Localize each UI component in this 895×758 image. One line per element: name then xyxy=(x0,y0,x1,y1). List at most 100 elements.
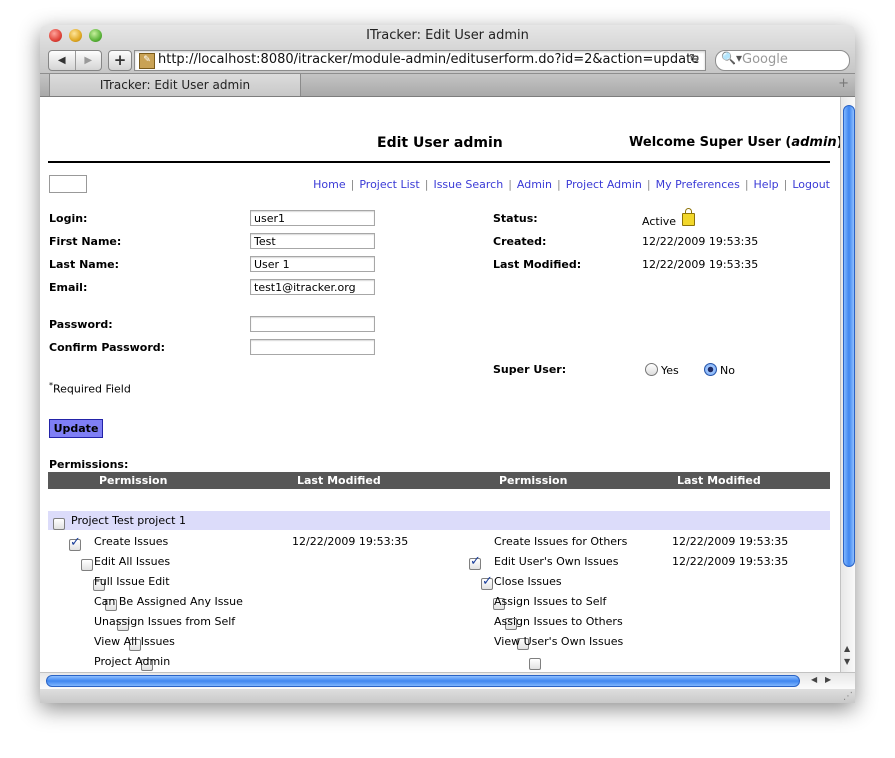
required-note: *Required Field xyxy=(49,381,131,396)
nav-separator: | xyxy=(508,178,512,191)
quick-input[interactable] xyxy=(49,175,87,193)
last-name-label: Last Name: xyxy=(49,258,120,271)
permission-label: Assign Issues to Others xyxy=(494,615,623,628)
forward-arrow-icon[interactable]: ▶ xyxy=(74,51,102,70)
lock-icon[interactable] xyxy=(682,208,696,226)
horizontal-scrollbar[interactable]: ◀ ▶ xyxy=(40,672,855,689)
vertical-scroll-thumb[interactable] xyxy=(843,105,855,567)
header-permission-right: Permission xyxy=(499,474,568,487)
project-label: Project Test project 1 xyxy=(71,514,186,527)
login-field[interactable]: user1 xyxy=(250,210,375,226)
project-checkbox[interactable] xyxy=(53,518,65,530)
nav-link-project-list[interactable]: Project List xyxy=(359,178,419,191)
login-label: Login: xyxy=(49,212,88,225)
first-name-label: First Name: xyxy=(49,235,122,248)
search-placeholder[interactable]: Google xyxy=(742,52,788,67)
super-user-yes-radio[interactable] xyxy=(645,363,658,376)
status-label: Status: xyxy=(493,212,538,225)
page-title: Edit User admin xyxy=(377,135,503,151)
super-user-yes-option[interactable]: Yes xyxy=(645,363,679,377)
scroll-down-icon[interactable]: ▼ xyxy=(844,657,850,666)
super-user-yes-label: Yes xyxy=(661,364,679,377)
permissions-header: Permission Last Modified Permission Last… xyxy=(48,472,830,489)
nav-separator: | xyxy=(646,178,651,191)
scroll-up-icon[interactable]: ▲ xyxy=(844,644,850,653)
nav-link-home[interactable]: Home xyxy=(313,178,345,191)
permissions-label: Permissions: xyxy=(49,458,129,471)
nav-separator: | xyxy=(556,178,561,191)
reload-icon[interactable]: ↻ xyxy=(689,52,700,67)
nav-link-issue-search[interactable]: Issue Search xyxy=(433,178,503,191)
tab-bar: ITracker: Edit User admin + xyxy=(40,74,855,97)
project-row: Project Test project 1 xyxy=(48,511,830,530)
scroll-right-icon[interactable]: ▶ xyxy=(825,675,831,684)
welcome-text: Welcome Super User (admin) xyxy=(629,135,840,150)
super-user-no-radio[interactable] xyxy=(704,363,717,376)
url-text[interactable]: http://localhost:8080/itracker/module-ad… xyxy=(158,52,699,67)
permission-label: Close Issues xyxy=(494,575,562,588)
super-user-no-option[interactable]: No xyxy=(704,363,735,377)
history-buttons: ◀ ▶ xyxy=(48,50,102,71)
horizontal-scroll-thumb[interactable] xyxy=(46,675,800,687)
last-modified-value: 12/22/2009 19:53:35 xyxy=(642,258,759,271)
nav-separator: | xyxy=(783,178,788,191)
new-tab-icon[interactable]: + xyxy=(838,76,849,91)
created-value: 12/22/2009 19:53:35 xyxy=(642,235,759,248)
permission-checkbox[interactable] xyxy=(481,574,493,590)
required-note-text: Required Field xyxy=(53,382,131,396)
nav-links: Home | Project List | Issue Search | Admin | Pro… xyxy=(313,178,830,191)
tab-current[interactable]: ITracker: Edit User admin xyxy=(49,74,301,96)
add-bookmark-button[interactable]: + xyxy=(108,50,132,71)
nav-link-admin[interactable]: Admin xyxy=(517,178,552,191)
last-name-field[interactable]: User 1 xyxy=(250,256,375,272)
super-user-no-label: No xyxy=(720,364,735,377)
nav-link-help[interactable]: Help xyxy=(754,178,779,191)
nav-link-my-preferences[interactable]: My Preferences xyxy=(656,178,740,191)
permissions-left-column: Create Issues 12/22/2009 19:53:35 Edit All… xyxy=(40,97,840,671)
permission-checkbox[interactable] xyxy=(529,658,541,670)
permission-checkbox[interactable] xyxy=(69,535,81,551)
last-modified-label: Last Modified: xyxy=(493,258,582,271)
status-value: Active xyxy=(642,208,696,228)
first-name-field[interactable]: Test xyxy=(250,233,375,249)
permission-label: Assign Issues to Self xyxy=(494,595,607,608)
welcome-prefix: Welcome Super User ( xyxy=(629,135,792,150)
password-label: Password: xyxy=(49,318,113,331)
resize-grip-icon[interactable]: ⋰ xyxy=(843,691,853,702)
email-field[interactable]: test1@itracker.org xyxy=(250,279,375,295)
permission-label: Project Admin xyxy=(94,655,171,668)
welcome-username: admin xyxy=(791,135,837,150)
address-bar[interactable]: ✎ http://localhost:8080/itracker/module-… xyxy=(134,50,706,71)
update-button[interactable]: Update xyxy=(49,419,103,438)
permissions-right-column: Create Issues for Others 12/22/2009 19:53… xyxy=(40,116,840,670)
search-box[interactable]: 🔍▾ Google xyxy=(715,50,850,71)
header-last-modified-left: Last Modified xyxy=(297,474,381,487)
page-content: Edit User admin Welcome Super User (admi… xyxy=(40,97,840,672)
permission-label: View All Issues xyxy=(94,635,175,648)
permission-label: Unassign Issues from Self xyxy=(94,615,236,628)
back-arrow-icon[interactable]: ◀ xyxy=(49,51,75,70)
scroll-left-icon[interactable]: ◀ xyxy=(811,675,817,684)
header-permission-left: Permission xyxy=(99,474,168,487)
permission-label: Create Issues xyxy=(94,535,169,548)
permission-label: Can Be Assigned Any Issue xyxy=(94,595,243,608)
nav-separator: | xyxy=(424,178,429,191)
nav-link-logout[interactable]: Logout xyxy=(792,178,830,191)
email-label: Email: xyxy=(49,281,88,294)
search-icon: 🔍▾ xyxy=(721,51,742,65)
status-bar: ⋰ xyxy=(40,689,855,703)
vertical-scrollbar[interactable]: ▲ ▼ xyxy=(840,97,855,672)
confirm-password-field[interactable] xyxy=(250,339,375,355)
permission-label: Edit User's Own Issues xyxy=(494,555,619,568)
status-text: Active xyxy=(642,215,677,228)
permission-label: Full Issue Edit xyxy=(94,575,170,588)
nav-link-project-admin[interactable]: Project Admin xyxy=(566,178,642,191)
confirm-password-label: Confirm Password: xyxy=(49,341,166,354)
super-user-label: Super User: xyxy=(493,363,567,376)
permission-checkbox[interactable] xyxy=(81,559,93,571)
permission-checkbox[interactable] xyxy=(469,554,481,570)
password-field[interactable] xyxy=(250,316,375,332)
title-bar: ITracker: Edit User admin ◀ ▶ + ✎ http:/… xyxy=(40,25,855,74)
window-title: ITracker: Edit User admin xyxy=(366,28,529,43)
permission-last-modified: 12/22/2009 19:53:35 xyxy=(292,535,409,548)
